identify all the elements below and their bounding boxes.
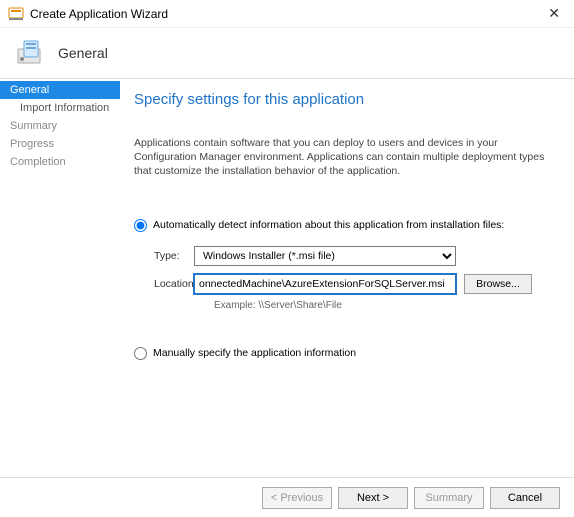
header: General [0,28,574,78]
main-panel: Specify settings for this application Ap… [120,79,574,477]
radio-auto-label: Automatically detect information about t… [153,219,504,231]
previous-button[interactable]: < Previous [262,487,332,509]
type-select[interactable]: Windows Installer (*.msi file) [194,246,456,266]
step-progress[interactable]: Progress [0,135,120,153]
radio-manual-label: Manually specify the application informa… [153,347,356,359]
radio-auto-detect[interactable]: Automatically detect information about t… [134,219,556,232]
app-icon [8,6,24,22]
wizard-icon [12,35,48,71]
radio-manual-input[interactable] [134,347,147,360]
close-button[interactable]: ✕ [542,3,566,24]
cancel-button[interactable]: Cancel [490,487,560,509]
footer: < Previous Next > Summary Cancel [0,477,574,517]
step-import-information[interactable]: Import Information [0,99,120,117]
location-input[interactable] [194,274,456,294]
location-row: Location: Browse... [134,274,556,294]
location-example: Example: \\Server\Share\File [134,300,556,311]
radio-auto-input[interactable] [134,219,147,232]
step-summary[interactable]: Summary [0,117,120,135]
summary-button[interactable]: Summary [414,487,484,509]
titlebar: Create Application Wizard ✕ [0,0,574,28]
wizard-steps-sidebar: General Import Information Summary Progr… [0,79,120,477]
step-completion[interactable]: Completion [0,153,120,171]
next-button[interactable]: Next > [338,487,408,509]
type-label: Type: [134,250,194,262]
location-label: Location: [134,278,194,290]
page-heading: Specify settings for this application [134,91,556,108]
window-title: Create Application Wizard [30,7,542,21]
header-title: General [58,45,108,61]
radio-manual[interactable]: Manually specify the application informa… [134,347,556,360]
page-description: Applications contain software that you c… [134,136,556,179]
browse-button[interactable]: Browse... [464,274,532,294]
step-general[interactable]: General [0,81,120,99]
type-row: Type: Windows Installer (*.msi file) [134,246,556,266]
